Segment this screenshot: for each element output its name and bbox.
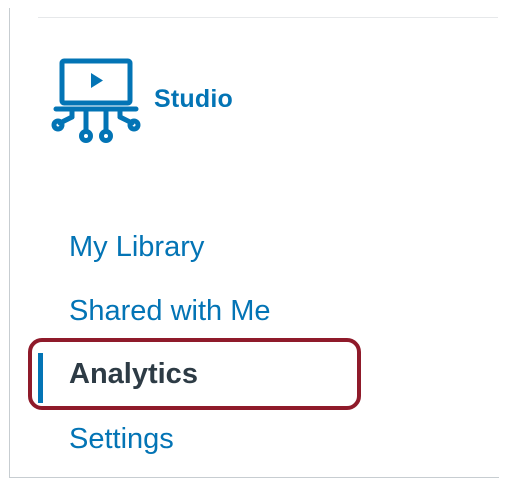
studio-nav: My Library Shared with Me Analytics Sett…	[38, 218, 438, 474]
top-divider	[38, 17, 498, 18]
nav-item-label: Shared with Me	[69, 295, 271, 327]
nav-item-label: My Library	[69, 231, 205, 263]
nav-item-settings[interactable]: Settings	[38, 410, 438, 474]
nav-item-label: Settings	[69, 423, 174, 455]
app-name: Studio	[154, 85, 233, 113]
nav-item-analytics[interactable]: Analytics	[38, 346, 438, 410]
nav-item-label: Analytics	[69, 358, 198, 390]
active-indicator	[38, 353, 43, 403]
nav-item-shared-with-me[interactable]: Shared with Me	[38, 282, 438, 346]
studio-screen-circuit-icon	[51, 58, 141, 143]
studio-logo[interactable]: Studio	[50, 57, 260, 147]
nav-item-my-library[interactable]: My Library	[38, 218, 438, 282]
